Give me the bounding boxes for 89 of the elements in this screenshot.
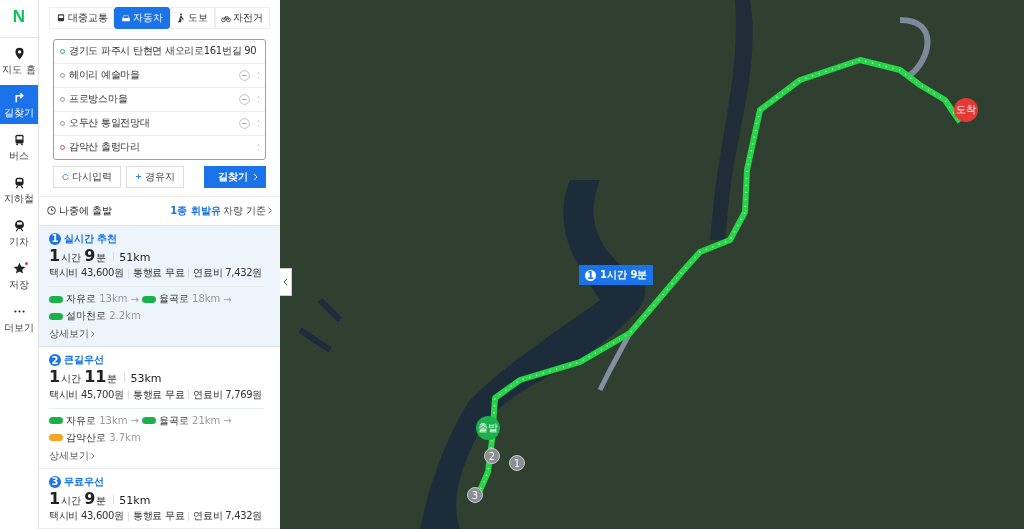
- fuel-cost: 연료비 7,432원: [193, 266, 263, 281]
- bus-icon: [55, 12, 66, 23]
- arrow-text: →: [223, 293, 232, 305]
- star-icon: [12, 262, 26, 275]
- road-name: 자유로 13km: [66, 292, 128, 307]
- route-title: 큰길우선: [64, 353, 104, 368]
- taxi-fare: 택시비 43,600원: [49, 509, 124, 523]
- mode-tab[interactable]: 자전거: [214, 7, 270, 29]
- toll: 통행료 무료: [132, 509, 185, 523]
- road-name: 율곡로 18km: [158, 292, 221, 307]
- road-name: 율곡로 21km: [158, 413, 221, 428]
- train-icon: [12, 219, 26, 232]
- fuel-cost: 연료비 7,769원: [193, 387, 263, 402]
- rail-item[interactable]: 저장: [0, 257, 38, 296]
- bus-icon: [12, 133, 26, 146]
- details-link[interactable]: 상세보기: [49, 448, 95, 463]
- road-name: 설마천로 2.2km: [66, 309, 141, 324]
- toll: 통행료 무료: [132, 266, 185, 281]
- taxi-fare: 택시비 43,600원: [49, 266, 124, 281]
- remove-icon[interactable]: [239, 69, 250, 81]
- remove-icon[interactable]: [239, 93, 250, 105]
- route-number: 3: [49, 475, 61, 488]
- hour-unit: 시간: [61, 251, 82, 264]
- taxi-fare: 택시비 45,700원: [49, 387, 124, 402]
- location-field[interactable]: 오두산 통일전망대: [69, 116, 235, 131]
- drag-handle-icon[interactable]: [257, 94, 260, 104]
- location-field[interactable]: 헤이리 예술마을: [69, 68, 235, 83]
- reset-button[interactable]: 다시입력: [53, 165, 121, 188]
- mode-tab[interactable]: 자동차: [114, 7, 170, 29]
- location-field[interactable]: 프로방스마을: [69, 92, 235, 107]
- mode-tab[interactable]: 대중교통: [49, 7, 115, 29]
- distance: 51km: [119, 494, 151, 508]
- map-pin-icon: [12, 47, 26, 60]
- add-waypoint-button[interactable]: 경유지: [126, 165, 184, 188]
- hour-unit: 시간: [61, 494, 82, 507]
- rail-item[interactable]: 기차: [0, 214, 38, 253]
- distance: 53km: [130, 373, 162, 386]
- rail-item[interactable]: 지도 홈: [0, 42, 38, 81]
- drag-handle-icon[interactable]: [257, 142, 260, 152]
- arrow-text: →: [130, 415, 139, 427]
- chevron-right-icon: [253, 172, 258, 181]
- collapse-panel-button[interactable]: [280, 268, 292, 296]
- chevron-left-icon: [283, 278, 288, 286]
- minute-unit: 분: [96, 494, 107, 507]
- mode-tab[interactable]: 도보: [169, 7, 215, 29]
- route-card[interactable]: 1 실시간 추천 1시간 9분 51km 택시비 43,600원 통행료 무료 연료비 7,432원 자유로 13km → 율곡로 18km → 설마천로 2.2km 상세보기: [39, 225, 280, 348]
- chevron-right-icon: [91, 452, 95, 459]
- location-field[interactable]: 경기도 파주시 탄현면 새오리로161번길 90: [69, 44, 257, 59]
- turn-arrow-icon: [12, 90, 26, 103]
- minutes: 11: [84, 368, 107, 387]
- drag-handle-icon[interactable]: [257, 70, 260, 80]
- minute-unit: 분: [107, 373, 118, 385]
- hour-unit: 시간: [61, 373, 82, 385]
- hours: 1: [49, 246, 61, 266]
- search-button[interactable]: 길찾기: [204, 165, 266, 188]
- rail-item[interactable]: 길찾기: [0, 85, 38, 124]
- rail-item[interactable]: 더보기: [0, 300, 38, 339]
- satellite-map-drawing[interactable]: [280, 0, 1024, 529]
- route-time-label[interactable]: 1 1시간 9분: [579, 265, 654, 285]
- refresh-icon: [62, 173, 69, 181]
- hours: 1: [49, 489, 61, 508]
- toll: 통행료 무료: [132, 387, 185, 402]
- road-name: 자유로 13km: [66, 413, 128, 428]
- route-number: 1: [49, 232, 61, 245]
- hours: 1: [49, 368, 61, 387]
- route-title: 실시간 추천: [64, 231, 118, 246]
- drag-handle-icon[interactable]: [257, 118, 260, 128]
- remove-icon[interactable]: [239, 117, 250, 129]
- details-link[interactable]: 상세보기: [49, 327, 95, 342]
- arrow-text: →: [223, 415, 232, 427]
- plus-icon: [135, 173, 142, 181]
- route-number: 2: [49, 354, 61, 367]
- fuel-cost: 연료비 7,432원: [193, 509, 263, 523]
- minute-unit: 분: [96, 251, 107, 264]
- subway-icon: [12, 176, 26, 189]
- clock-icon: [47, 206, 56, 216]
- chevron-right-icon: [268, 207, 272, 215]
- depart-later-button[interactable]: 나중에 출발: [47, 203, 113, 218]
- minutes: 9: [84, 489, 96, 508]
- route-title: 무료우선: [64, 474, 104, 489]
- rail-item[interactable]: 버스: [0, 128, 38, 167]
- location-field[interactable]: 감악산 출렁다리: [69, 140, 250, 155]
- rail-item[interactable]: 지하철: [0, 171, 38, 210]
- chevron-right-icon: [91, 331, 95, 338]
- road-name: 감악산로 3.7km: [66, 430, 141, 445]
- vehicle-setting-link[interactable]: 1종 휘발유 차량 기준: [170, 203, 272, 218]
- minutes: 9: [84, 246, 96, 266]
- distance: 51km: [119, 251, 151, 265]
- arrow-text: →: [130, 293, 139, 305]
